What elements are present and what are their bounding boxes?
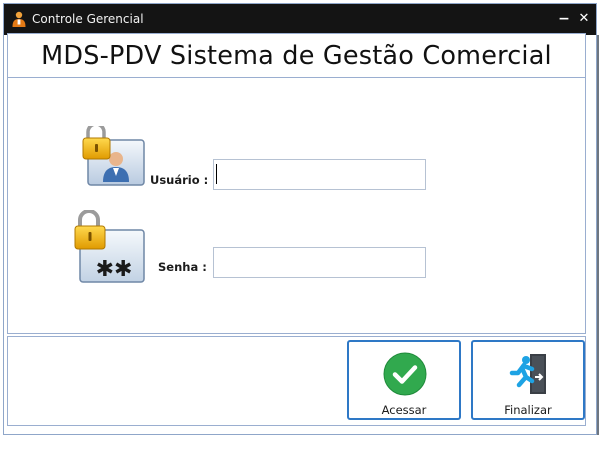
login-button[interactable]: Acessar [347,340,461,420]
app-header: MDS-PDV Sistema de Gestão Comercial [7,33,586,78]
padlock-user-icon [82,126,145,186]
app-icon [12,11,26,27]
username-label: Usuário : [150,173,209,187]
running-man-exit-icon [509,354,546,394]
username-input[interactable] [213,159,426,190]
minimize-button[interactable]: − [556,9,572,29]
password-label: Senha : [158,260,207,274]
title-bar: Controle Gerencial − ✕ [4,4,596,35]
asterisks-text: ✱✱ [96,257,133,282]
exit-button[interactable]: Finalizar [471,340,585,420]
window-title: Controle Gerencial [32,12,144,26]
padlock-asterisks-icon: ✱✱ [74,210,145,283]
text-caret [216,164,217,184]
password-input[interactable] [213,247,426,278]
login-form-panel [7,78,586,334]
exit-button-label: Finalizar [504,403,552,417]
login-button-label: Acessar [381,403,427,417]
close-button[interactable]: ✕ [576,9,592,29]
green-check-circle-icon [383,352,427,396]
app-title: MDS-PDV Sistema de Gestão Comercial [41,40,552,71]
window-edge [597,35,599,435]
